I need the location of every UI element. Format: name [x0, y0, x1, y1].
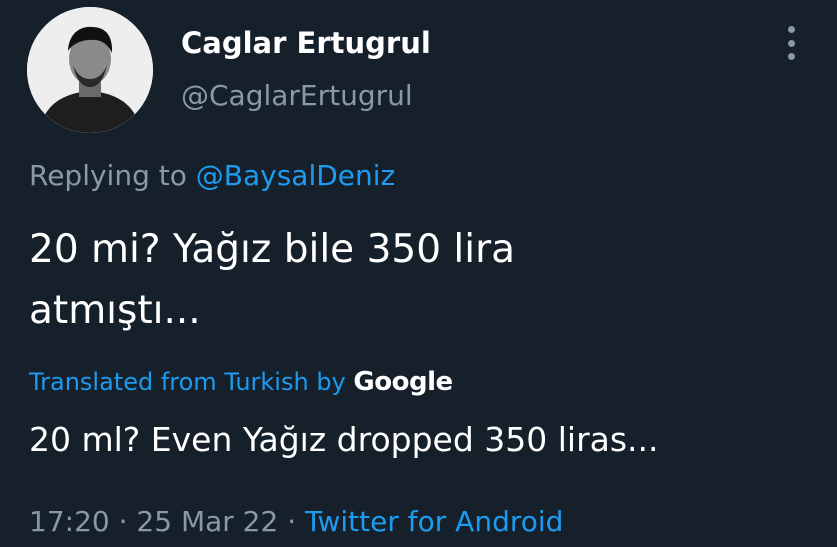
tweet-date[interactable]: 25 Mar 22 [136, 505, 278, 538]
meta-separator: · [287, 505, 297, 538]
google-logo: Google [353, 367, 453, 397]
reply-mention-link[interactable]: @BaysalDeniz [196, 159, 395, 192]
more-vertical-icon[interactable] [782, 26, 800, 60]
more-icon-dot [787, 39, 795, 47]
tweet-time[interactable]: 17:20 [29, 505, 110, 538]
tweet-source-link[interactable]: Twitter for Android [305, 505, 563, 538]
translated-text: 20 ml? Even Yağız dropped 350 liras... [29, 420, 659, 459]
author-display-name[interactable]: Caglar Ertugrul [181, 26, 431, 60]
avatar-photo [27, 7, 153, 133]
tweet-text: 20 mi? Yağız bile 350 lira atmıştı... [29, 219, 789, 341]
avatar[interactable] [27, 7, 153, 133]
more-icon-dot [787, 26, 795, 33]
replying-to-label: Replying to [29, 159, 187, 192]
translation-attribution[interactable]: Translated from Turkish by Google [29, 367, 453, 397]
tweet-text-line: atmıştı... [29, 288, 201, 333]
more-icon-dot [787, 53, 795, 60]
translation-label: Translated from Turkish by [29, 368, 346, 396]
meta-separator: · [118, 505, 128, 538]
author-handle[interactable]: @CaglarErtugrul [181, 79, 413, 112]
tweet-meta: 17:20 · 25 Mar 22 · Twitter for Android [29, 505, 563, 538]
replying-to: Replying to @BaysalDeniz [29, 159, 395, 192]
tweet-text-line: 20 mi? Yağız bile 350 lira [29, 227, 516, 272]
